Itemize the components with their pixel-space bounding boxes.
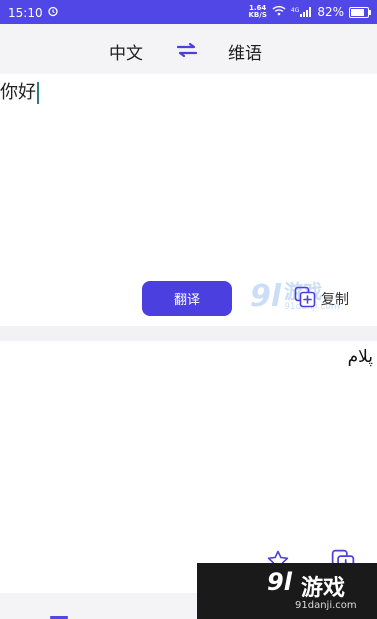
net-speed: 1.64 KB/S [248,4,267,19]
section-divider [0,326,377,341]
swap-languages-icon[interactable] [176,42,198,61]
language-bar: 中文 维语 [0,24,377,74]
source-language-button[interactable]: 中文 [109,39,143,64]
source-text-input[interactable]: 你好 [0,78,39,104]
target-language-button[interactable]: 维语 [228,39,262,64]
source-text-area[interactable]: 你好 9l 游戏 91danji.com 翻译 复制 [0,74,377,326]
copy-button[interactable]: 复制 [294,286,349,312]
status-time: 15:10 [8,5,43,20]
battery-icon [349,6,371,18]
copy-label: 复制 [321,292,349,308]
translation-text: پلام [347,347,373,367]
text-cursor [37,82,39,104]
signal-icon: 4G [291,7,312,17]
watermark-corner-url: 91danji.com [295,600,357,611]
wifi-icon [272,5,286,19]
translation-result-area: پلام [0,341,377,593]
watermark-corner: 9l 游戏 91danji.com [197,563,377,619]
status-bar: 15:10 1.64 KB/S 4G 82% [0,0,377,24]
battery-fill [351,8,364,16]
copy-icon [294,286,316,312]
alarm-icon [47,5,59,20]
battery-percent: 82% [317,5,344,19]
watermark-corner-name: 游戏 [301,576,346,601]
translate-button[interactable]: 翻译 [142,281,232,316]
watermark-corner-number: 9l [267,568,292,596]
source-text: 你好 [0,82,36,103]
watermark-logo-number: 9l [250,279,282,314]
